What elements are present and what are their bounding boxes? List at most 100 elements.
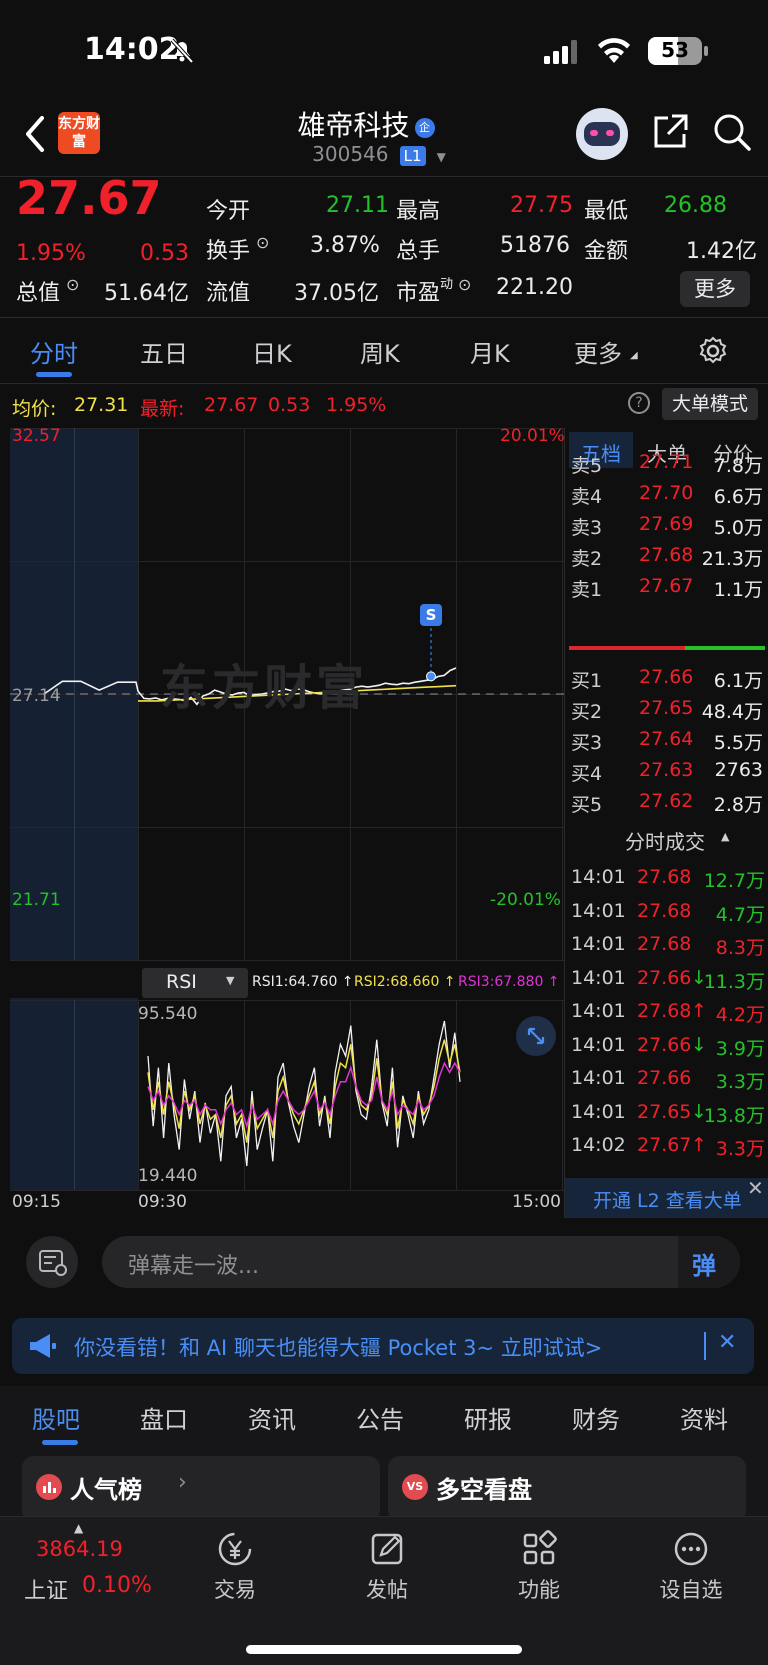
trade-volume: 4.2万 — [715, 1004, 765, 1026]
info-circle-icon[interactable]: ⊙ — [66, 275, 79, 294]
index-name: 上证 — [24, 1579, 69, 1604]
open-label: 今开 — [206, 199, 251, 224]
bottom-dock: ▲ 3864.19 上证 0.10% 交易 发帖 功能 设自选 — [0, 1516, 768, 1665]
tab-forum[interactable]: 股吧 — [32, 1400, 80, 1435]
popularity-card[interactable]: 人气榜 › — [22, 1456, 380, 1522]
x-label-continuous: 09:30 — [138, 1192, 187, 1212]
bid-price: 27.65 — [639, 697, 694, 719]
promo-text: 你没看错！和 AI 聊天也能得大疆 Pocket 3~ 立即试试> — [74, 1336, 603, 1360]
dock-trade-label: 交易 — [214, 1578, 256, 1602]
dock-watchlist[interactable]: 设自选 — [636, 1529, 746, 1604]
l2-upgrade-banner[interactable]: 开通 L2 查看大单 ✕ — [565, 1176, 768, 1218]
dock-functions[interactable]: 功能 — [484, 1529, 594, 1604]
feature-cards: 人气榜 › VS 多空看盘 — [0, 1446, 768, 1522]
volume-label: 总手 — [396, 239, 441, 264]
info-circle-icon[interactable]: ⊙ — [458, 275, 471, 294]
trade-row: 14:01 27.66 3.3万 — [565, 1065, 768, 1095]
trade-price: 27.66 — [637, 1067, 692, 1089]
megaphone-icon — [30, 1334, 56, 1358]
tab-day-k[interactable]: 日K — [252, 334, 292, 369]
danmu-send-button[interactable]: 弹 — [678, 1236, 740, 1288]
trade-volume: 13.8万 — [703, 1104, 765, 1127]
ask-price: 27.68 — [639, 544, 694, 566]
chart-canvas[interactable] — [0, 428, 564, 1218]
yen-exchange-icon — [218, 1532, 252, 1566]
trades-title[interactable]: 分时成交 — [625, 826, 705, 855]
tab-orderbook[interactable]: 盘口 — [140, 1400, 188, 1435]
close-icon[interactable]: ✕ — [718, 1330, 736, 1355]
search-icon[interactable] — [712, 112, 752, 152]
x-label-open: 09:15 — [12, 1192, 61, 1212]
trade-time: 14:01 — [571, 899, 626, 922]
signal-marker[interactable]: S — [420, 604, 442, 626]
ask-level: 卖5 — [571, 455, 603, 477]
chart-period-tabs: 分时 五日 日K 周K 月K 更多 ◢ — [0, 318, 768, 384]
dock-trade[interactable]: 交易 — [180, 1529, 290, 1604]
trade-arrow: ↑ — [691, 1134, 707, 1156]
big-order-mode-button[interactable]: 大单模式 — [662, 388, 758, 420]
amount-value: 1.42亿 — [686, 239, 757, 264]
intraday-chart[interactable]: 东方财富 32.57 27.14 21.71 20.01% -20.01% S … — [0, 426, 565, 1218]
tab-week-k[interactable]: 周K — [360, 334, 400, 369]
tab-five-day[interactable]: 五日 — [140, 334, 188, 369]
ask-row: 卖5 27.71 7.8万 — [565, 449, 768, 479]
tab-news[interactable]: 资讯 — [248, 1400, 296, 1435]
tab-intraday[interactable]: 分时 — [30, 334, 78, 369]
index-ticker[interactable]: ▲ 3864.19 上证 0.10% — [22, 1521, 152, 1615]
bid-volume: 6.1万 — [713, 670, 763, 692]
y-min-label: 21.71 — [12, 890, 61, 910]
ask-row: 卖1 27.67 1.1万 — [565, 573, 768, 603]
tab-profile[interactable]: 资料 — [680, 1400, 728, 1435]
tab-month-k[interactable]: 月K — [470, 334, 510, 369]
buy-ratio-bar — [685, 646, 765, 650]
trade-price: 27.67 — [637, 1134, 692, 1156]
sell-ratio-bar — [569, 646, 685, 650]
turnover-label: 换手 — [206, 239, 251, 264]
float-cap-value: 37.05亿 — [294, 281, 379, 306]
trade-arrow: ↓ — [691, 1033, 707, 1056]
danmu-toggle-button[interactable] — [26, 1236, 78, 1288]
trade-row: 14:01 27.66 ↓ 11.3万 — [565, 965, 768, 995]
bid-row: 买2 27.65 48.4万 — [565, 695, 768, 725]
help-icon[interactable]: ? — [628, 392, 650, 414]
pe-value: 221.20 — [496, 275, 573, 300]
y-max-label: 32.57 — [12, 426, 61, 446]
danmu-input[interactable]: 弹幕走一波... 弹 — [102, 1236, 740, 1288]
chevron-right-icon: › — [178, 1470, 187, 1495]
pe-sup-label: 动 — [440, 277, 454, 292]
trade-time: 14:01 — [571, 1067, 626, 1089]
expand-chart-button[interactable] — [516, 1016, 556, 1056]
danmu-settings-icon — [39, 1250, 67, 1276]
robot-assistant-avatar[interactable] — [576, 108, 628, 160]
ask-volume: 6.6万 — [713, 486, 763, 508]
settings-gear-icon[interactable] — [698, 336, 728, 366]
trade-time: 14:01 — [571, 1100, 626, 1123]
indicator-select[interactable]: RSI ▼ — [142, 968, 248, 998]
rsi3-label: RSI3:67.880 ↑ — [458, 974, 560, 990]
tab-announcements[interactable]: 公告 — [356, 1400, 404, 1435]
promo-banner[interactable]: 你没看错！和 AI 聊天也能得大疆 Pocket 3~ 立即试试> ✕ — [12, 1318, 754, 1374]
dock-post[interactable]: 发帖 — [332, 1529, 442, 1604]
market-cap-label: 总值 — [16, 281, 61, 306]
tab-research[interactable]: 研报 — [464, 1400, 512, 1435]
more-button[interactable]: 更多 — [680, 271, 750, 307]
trade-price: 27.68 — [637, 866, 692, 888]
trade-price: 27.66 — [637, 1033, 692, 1056]
bid-volume: 2763 — [714, 759, 763, 781]
long-short-card[interactable]: VS 多空看盘 — [388, 1456, 746, 1522]
trade-row: 14:02 27.67 ↑ 3.3万 — [565, 1132, 768, 1162]
danmu-send-label: 弹 — [692, 1252, 716, 1280]
close-icon[interactable]: ✕ — [747, 1176, 764, 1200]
ask-level: 卖4 — [571, 486, 603, 508]
latest-percent: 1.95% — [326, 394, 387, 416]
trade-price: 27.68 — [637, 899, 692, 922]
share-icon[interactable] — [650, 112, 690, 152]
rsi-max-label: 95.540 — [138, 1004, 198, 1024]
current-price: 27.67 — [16, 171, 162, 225]
tab-financials[interactable]: 财务 — [572, 1400, 620, 1435]
ask-price: 27.69 — [639, 513, 694, 535]
rsi1-label: RSI1:64.760 ↑ — [252, 974, 354, 990]
tab-more[interactable]: 更多 — [574, 334, 622, 369]
grid-apps-icon — [523, 1530, 557, 1565]
info-circle-icon[interactable]: ⊙ — [256, 233, 269, 252]
